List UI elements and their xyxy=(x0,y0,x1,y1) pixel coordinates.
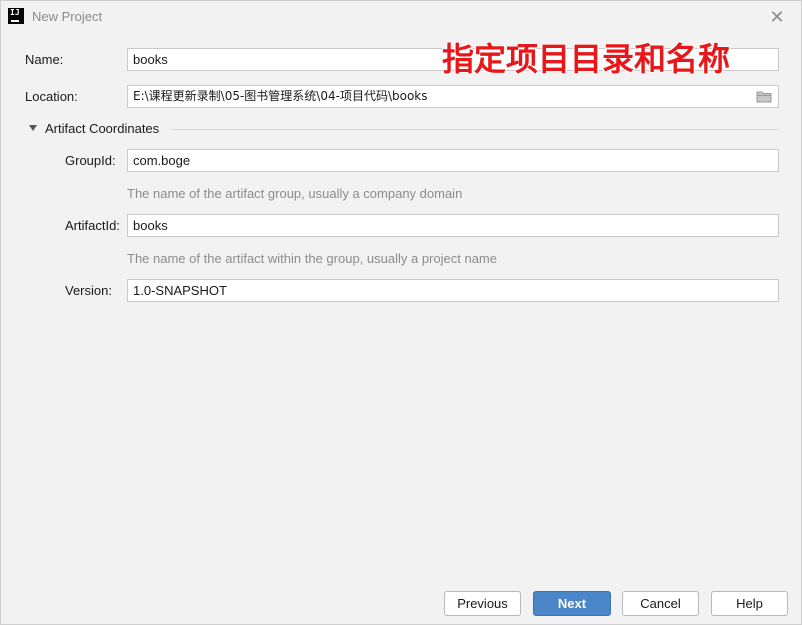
title-bar: IJ New Project ✕ xyxy=(1,1,801,33)
next-button[interactable]: Next xyxy=(533,591,611,616)
close-icon[interactable]: ✕ xyxy=(765,5,789,29)
location-label: Location: xyxy=(25,89,78,104)
version-label: Version: xyxy=(65,283,112,298)
artifactid-field[interactable]: books xyxy=(127,214,779,237)
previous-button[interactable]: Previous xyxy=(444,591,521,616)
artifact-coordinates-section[interactable]: Artifact Coordinates xyxy=(29,121,779,137)
window-title: New Project xyxy=(32,9,103,24)
triangle-down-icon[interactable] xyxy=(29,125,37,131)
name-label: Name: xyxy=(25,52,64,67)
help-button[interactable]: Help xyxy=(711,591,788,616)
artifactid-hint: The name of the artifact within the grou… xyxy=(127,251,497,266)
intellij-app-icon: IJ xyxy=(8,8,24,24)
version-field[interactable]: 1.0-SNAPSHOT xyxy=(127,279,779,302)
location-field[interactable]: E:\课程更新录制\05-图书管理系统\04-项目代码\books xyxy=(127,85,779,108)
artifact-coordinates-label: Artifact Coordinates xyxy=(45,121,160,136)
annotation-text: 指定项目目录和名称 xyxy=(442,40,731,78)
cancel-button[interactable]: Cancel xyxy=(622,591,699,616)
new-project-dialog: IJ New Project ✕ Name: books Location: E… xyxy=(0,0,802,625)
groupid-label: GroupId: xyxy=(65,153,116,168)
groupid-hint: The name of the artifact group, usually … xyxy=(127,186,463,201)
section-divider xyxy=(171,129,779,130)
location-value: E:\课程更新录制\05-图书管理系统\04-项目代码\books xyxy=(133,89,428,103)
groupid-field[interactable]: com.boge xyxy=(127,149,779,172)
artifactid-label: ArtifactId: xyxy=(65,218,120,233)
folder-icon[interactable] xyxy=(756,90,772,103)
